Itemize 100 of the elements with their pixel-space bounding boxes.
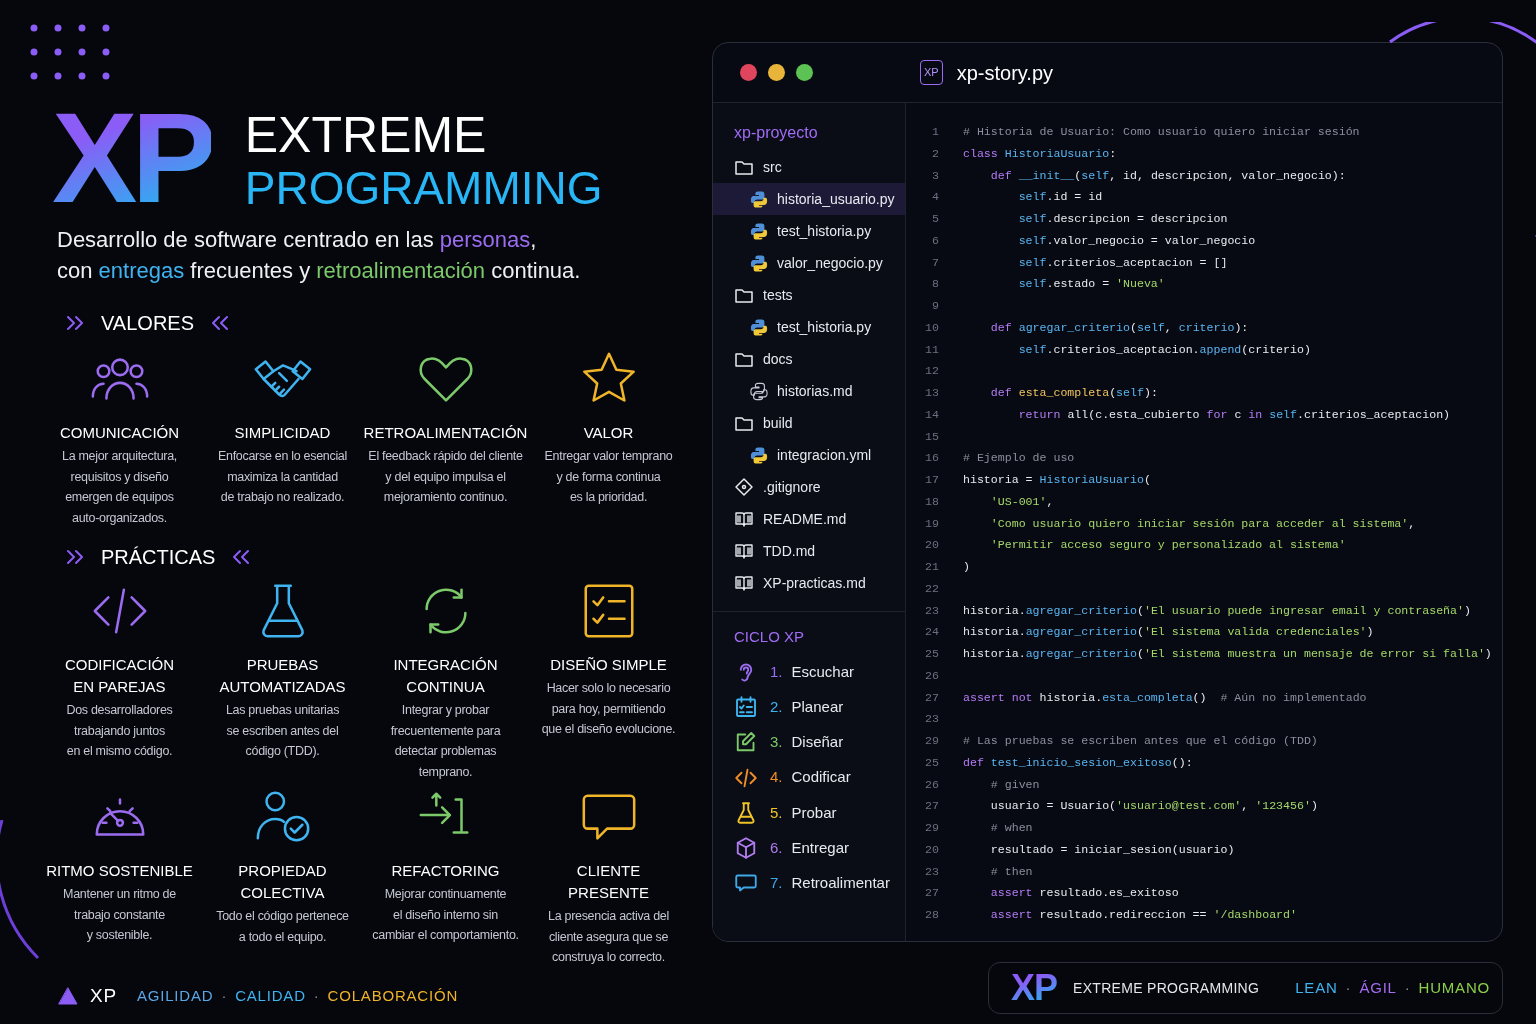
step-number: 4. [770, 767, 783, 788]
file-tree-item[interactable]: tests [713, 279, 905, 311]
file-tree-item[interactable]: .gitignore [713, 471, 905, 503]
section-title: VALORES [101, 311, 194, 336]
python-icon [750, 445, 768, 465]
code-line: self.criterios_aceptacion.append(criterio) [1017, 341, 1311, 358]
book-icon [734, 541, 754, 561]
line-number: 20 [924, 841, 939, 858]
project-name: xp-proyecto [733, 123, 819, 143]
step-number: 3. [770, 732, 783, 753]
code-line: # given [989, 776, 1040, 793]
card-description: La mejor arquitectura, requisitos y diseño emergen de equipos auto-organizados. [62, 448, 177, 527]
card-description: Mantener un ritmo de trabajo constante y sostenible. [63, 886, 176, 944]
line-number: 25 [924, 754, 939, 771]
file-tree-item[interactable]: valor_negocio.py [713, 247, 905, 279]
step-label: Diseñar [791, 732, 844, 753]
python-icon [750, 253, 768, 273]
file-tree-item[interactable]: README.md [713, 503, 905, 535]
file-tree-item[interactable]: historias.md [713, 375, 905, 407]
line-number: 27 [924, 798, 939, 815]
line-number: 26 [924, 776, 939, 793]
folder-icon [734, 158, 754, 176]
file-tree-item[interactable]: test_historia.py [713, 311, 905, 343]
folder-icon [734, 350, 754, 368]
code-line: self.id = id [1017, 189, 1103, 206]
line-number: 20 [924, 537, 939, 554]
code-line: assert not historia.esta_completa() # Aún no implementado [963, 689, 1367, 706]
step-number: 6. [770, 837, 783, 858]
tag-text: HUMANO [1418, 977, 1491, 998]
line-number: 8 [931, 276, 939, 293]
file-tree-item[interactable]: historia_usuario.py [713, 183, 905, 215]
line-number: 11 [924, 341, 939, 358]
line-number: 6 [931, 232, 939, 249]
file-tree-item[interactable]: test_historia.py [713, 215, 905, 247]
book-icon [734, 509, 754, 529]
tagline: Desarrollo de software centrado en las personas, con entregas frecuentes y retroalimentación continua. [57, 226, 582, 285]
code-line: historia.agregar_criterio('El usuario puede ingresar email y contraseña') [963, 602, 1471, 619]
line-number: 23 [924, 711, 939, 728]
line-number: 13 [924, 385, 939, 401]
line-number: 24 [924, 624, 939, 641]
code-line: historia = HistoriaUsuario( [963, 472, 1151, 488]
minimize-button[interactable] [768, 64, 785, 81]
line-number: 27 [924, 689, 939, 706]
file-badge: XP [920, 60, 943, 85]
file-tree-item[interactable]: integracion.yml [713, 439, 905, 471]
file-tree-item[interactable]: XP-practicas.md [713, 567, 905, 599]
line-number: 23 [924, 602, 939, 619]
line-number: 29 [924, 733, 939, 749]
code-line: self.valor_negocio = valor_negocio [1017, 232, 1256, 249]
code-line: self.criterios_aceptacion = [] [1017, 254, 1228, 271]
line-number: 22 [924, 580, 939, 597]
code-line: self.estado = 'Nueva' [1017, 276, 1165, 293]
code-line: def test_inicio_sesion_exitoso(): [963, 754, 1193, 771]
code-line: historia.agregar_criterio('El sistema valida credenciales') [963, 624, 1374, 641]
card-description: La presencia activa del cliente asegura que se construya lo correcto. [548, 908, 669, 966]
code-line: class HistoriaUsuario: [963, 145, 1117, 162]
folder-icon [734, 414, 754, 432]
line-number: 1 [931, 124, 939, 140]
line-number: 3 [931, 167, 939, 184]
file-tree-item[interactable]: build [713, 407, 905, 439]
folder-icon [734, 286, 754, 304]
file-tree-item[interactable]: TDD.md [713, 535, 905, 567]
code-line: assert resultado.es_exitoso [989, 885, 1179, 902]
line-number: 18 [924, 493, 939, 510]
code-line: def __init__(self, id, descripcion, valor_negocio): [989, 167, 1346, 184]
card-description: Todo el código pertenece a todo el equipo. [216, 908, 349, 946]
chevrons-right-icon [65, 549, 85, 565]
card-description: Integrar y probar frecuentemente para detectar problemas temprano. [390, 702, 501, 781]
file-tree-item[interactable]: src [713, 151, 905, 183]
step-number: 7. [770, 872, 783, 893]
line-number: 17 [924, 472, 939, 488]
triangle-icon [58, 985, 78, 1006]
tag-text: · [313, 985, 320, 1006]
card-description: Enfocarse en lo esencial maximiza la cantidad de trabajo no realizado. [218, 448, 347, 506]
card-title: DISEÑO SIMPLE [550, 655, 667, 675]
file-tree-item[interactable]: docs [713, 343, 905, 375]
tag-text: ÁGIL [1359, 977, 1397, 998]
card-title: VALOR [583, 423, 634, 443]
line-number: 12 [924, 363, 939, 380]
line-number: 28 [924, 907, 939, 923]
card-title: RITMO SOSTENIBLE [46, 861, 193, 881]
card-description: Las pruebas unitarias se escriben antes del código (TDD). [225, 702, 340, 760]
line-number: 21 [924, 559, 939, 575]
card-title: CODIFICACIÓN EN PAREJAS [64, 655, 175, 697]
python-icon [750, 189, 768, 209]
code-line: def esta_completa(self): [989, 385, 1158, 401]
close-button[interactable] [740, 64, 757, 81]
line-number: 19 [924, 515, 939, 532]
section-title: CICLO XP [713, 611, 905, 655]
document-icon [750, 381, 768, 401]
line-number: 14 [924, 406, 939, 423]
python-icon [750, 317, 768, 337]
title: PROGRAMMING [244, 163, 603, 214]
maximize-button[interactable] [796, 64, 813, 81]
step-label: Entregar [791, 837, 850, 858]
code-line: 'US-001', [989, 493, 1054, 510]
section-title: PRÁCTICAS [101, 545, 216, 570]
card-description: Hacer solo lo necesario para hoy, permitiendo que el diseño evolucione. [541, 680, 676, 738]
code-line: # when [989, 820, 1033, 836]
tag-text: · [221, 985, 228, 1006]
